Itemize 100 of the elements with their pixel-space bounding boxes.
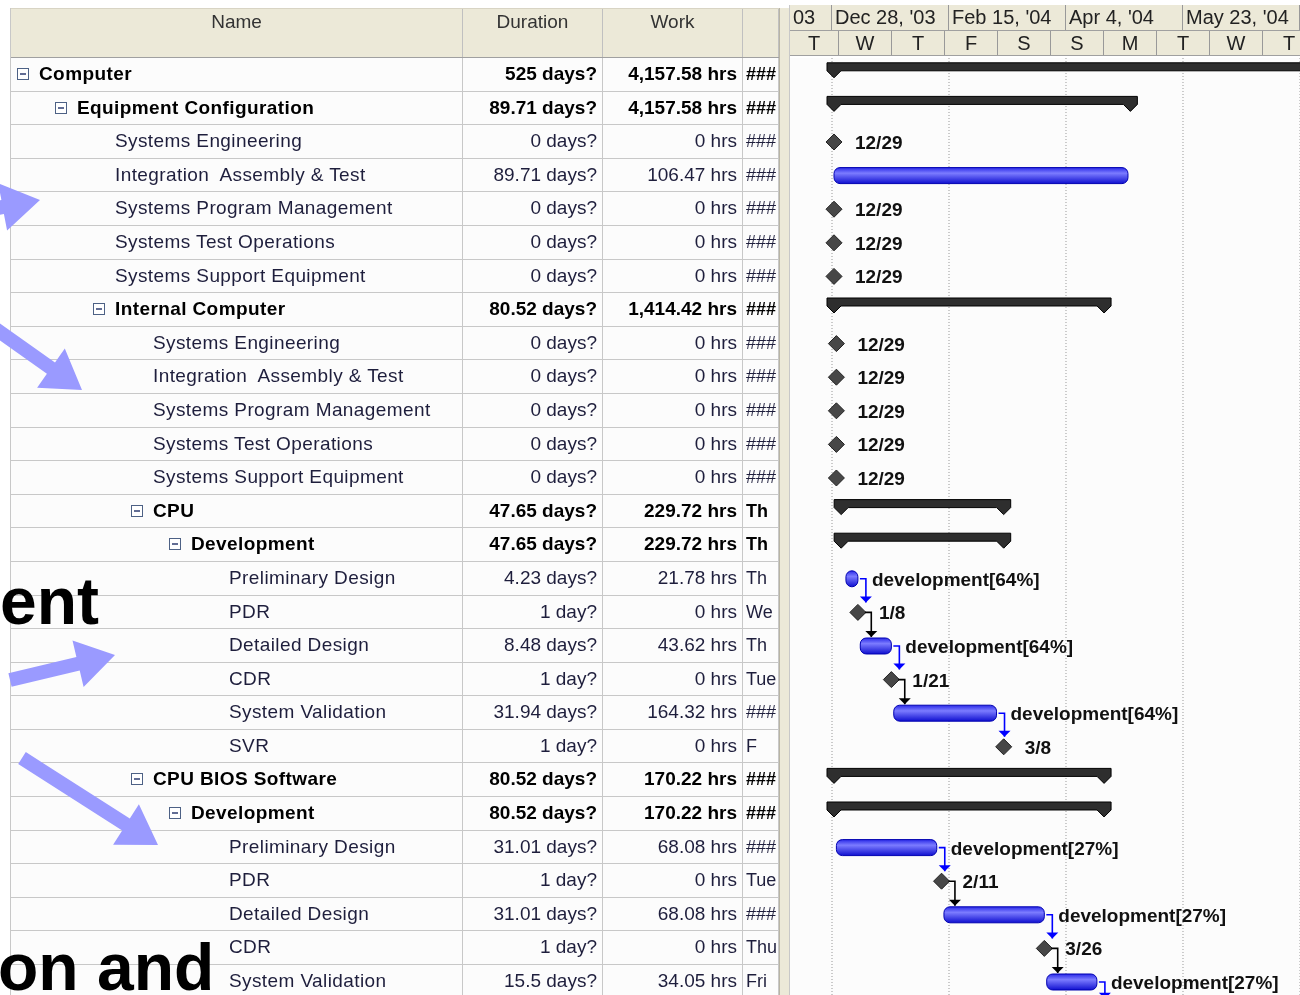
table-cell: Systems Engineering [11,125,463,159]
bar-label: 12/29 [857,333,905,355]
task-bar[interactable] [859,637,892,655]
milestone-icon[interactable] [825,200,843,218]
milestone-icon[interactable] [1035,939,1053,957]
table-cell: 164.32 hrs [603,696,743,730]
milestone-icon[interactable] [849,603,867,621]
timescale-label: T [892,31,945,55]
bar-label: 3/26 [1065,938,1103,960]
collapse-icon[interactable] [55,101,67,114]
collapse-icon[interactable] [131,504,143,517]
table-cell: 0 hrs [603,125,743,159]
milestone-icon[interactable] [827,402,845,420]
table-cell: 34.05 hrs [603,965,743,995]
table-cell: 0 days? [463,393,603,428]
table-cell: 0 hrs [603,461,743,495]
bar-label: development[64%] [871,568,1040,590]
table-cell: 0 hrs [603,360,743,394]
table-cell: 21.78 hrs [603,561,743,596]
table-cell: 0 days? [463,125,603,159]
table-cell: PDR [11,864,463,898]
milestone-icon[interactable] [825,133,843,151]
table-cell: Systems Program Management [11,393,463,428]
timescale-label: T [1157,31,1210,55]
bar-label: development[27%] [950,837,1119,859]
bar-label: development[64%] [1010,703,1179,725]
milestone-icon[interactable] [827,435,845,453]
collapse-icon[interactable] [131,773,143,786]
task-bar[interactable] [1046,973,1098,991]
column-header[interactable]: Work [603,9,743,57]
table-cell: 0 days? [463,192,603,226]
task-bar[interactable] [893,704,997,722]
bar-label: 12/29 [857,434,905,456]
table-cell: 0 days? [463,225,603,260]
summary-bar[interactable] [826,767,1112,784]
bar-label: 3/8 [1024,736,1052,758]
timescale-label: F [945,31,998,55]
bar-label: 1/8 [878,602,906,624]
table-cell: Development [11,528,463,562]
table-cell: 525 days? [463,58,603,92]
task-bar[interactable] [835,839,938,857]
timescale-label: W [1210,31,1263,55]
table-cell: 0 hrs [603,225,743,260]
table-cell: 1,414.42 hrs [603,293,743,327]
table-cell: 8.48 days? [463,629,603,663]
table-cell: 229.72 hrs [603,528,743,562]
table-cell: 0 days? [463,461,603,495]
summary-bar[interactable] [833,532,1012,549]
table-cell: 0 hrs [603,393,743,428]
table-cell: 0 days? [463,360,603,394]
table-cell: 80.52 days? [463,797,603,831]
collapse-icon[interactable] [93,303,105,316]
bar-label: 12/29 [855,266,903,288]
table-cell: 1 day? [463,864,603,898]
collapse-icon[interactable] [17,68,29,80]
milestone-icon[interactable] [933,872,951,890]
bar-label: 12/29 [857,367,905,389]
timescale-label: W [839,31,892,55]
milestone-icon[interactable] [882,671,900,689]
timescale-label: S [998,31,1051,55]
summary-bar[interactable] [826,801,1112,818]
collapse-icon[interactable] [169,538,181,551]
column-header[interactable]: Name [11,9,463,57]
table-cell: 43.62 hrs [603,629,743,663]
task-bar[interactable] [943,906,1045,924]
summary-bar[interactable] [833,499,1012,516]
summary-bar[interactable] [826,62,1300,79]
table-cell: 0 hrs [603,864,743,898]
bar-label: 12/29 [857,468,905,489]
bar-label: 12/29 [855,232,903,254]
timescale-label: T [790,31,839,55]
task-bar[interactable] [833,167,1129,185]
table-cell: Internal Computer [11,293,463,327]
bar-label: 12/29 [855,132,903,153]
bar-label: 1/21 [912,669,950,691]
column-header[interactable]: Duration [463,9,603,57]
milestone-icon[interactable] [827,335,845,353]
bar-label: development[27%] [1058,904,1227,926]
table-cell: Systems Test Operations [11,225,463,260]
table-cell: 0 hrs [603,192,743,226]
table-cell: 31.94 days? [463,696,603,730]
timescale-label: M [1104,31,1157,55]
bar-label: 12/29 [855,199,903,221]
table-cell: 4.23 days? [463,561,603,596]
bar-label: 12/29 [857,400,905,422]
milestone-icon[interactable] [827,368,845,386]
bar-label: development[64%] [905,636,1074,657]
task-bar[interactable] [845,570,859,588]
timescale-label: T [1263,31,1300,55]
bar-label: 2/11 [962,871,999,893]
milestone-icon[interactable] [827,469,845,487]
summary-bar[interactable] [826,297,1112,314]
collapse-icon[interactable] [169,807,181,820]
milestone-icon[interactable] [825,267,843,285]
milestone-icon[interactable] [995,738,1013,756]
table-cell: 15.5 days? [463,965,603,995]
summary-bar[interactable] [826,95,1138,112]
table-cell: 170.22 hrs [603,797,743,831]
table-cell: Systems Support Equipment [11,461,463,495]
milestone-icon[interactable] [825,234,843,252]
